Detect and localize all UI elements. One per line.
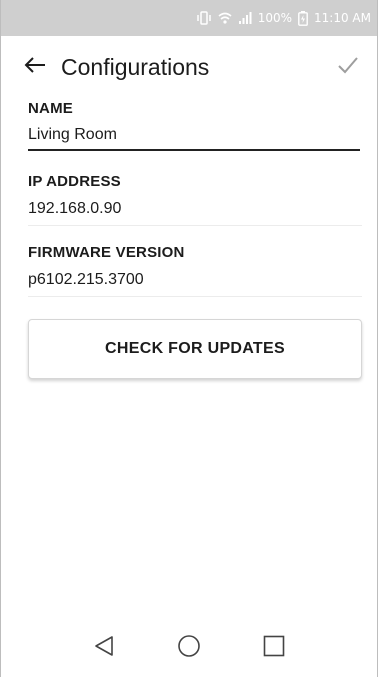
check-for-updates-button[interactable]: CHECK FOR UPDATES [28,319,362,379]
nav-recents-button[interactable] [254,628,294,668]
status-time: 11:10 AM [314,11,371,25]
config-form: NAME IP ADDRESS 192.168.0.90 FIRMWARE VE… [28,100,362,379]
nav-back-button[interactable] [84,628,124,668]
home-circle-icon [177,634,201,663]
configurations-screen: 100% 11:10 AM Configurations NAME Living… [0,0,378,677]
app-bar: Configurations [1,36,377,98]
system-nav-bar [1,619,377,677]
status-bar: 100% 11:10 AM [1,0,377,36]
back-button[interactable] [19,51,51,83]
back-triangle-icon [92,634,116,663]
ip-address-value: 192.168.0.90 [28,190,362,226]
wifi-icon [218,11,232,25]
firmware-version-label: FIRMWARE VERSION [28,244,185,261]
page-title: Configurations [61,53,210,80]
name-input[interactable] [28,126,360,151]
save-button[interactable] [331,50,365,84]
battery-icon [298,10,308,26]
nav-home-button[interactable] [169,628,209,668]
recents-square-icon [262,634,286,663]
battery-percent: 100% [257,11,293,25]
name-label: NAME [28,100,73,117]
firmware-version-value: p6102.215.3700 [28,261,362,297]
check-icon [337,56,359,79]
signal-icon [238,11,252,25]
vibrate-icon [196,11,212,25]
ip-address-label: IP ADDRESS [28,173,121,190]
arrow-left-icon [24,56,46,79]
